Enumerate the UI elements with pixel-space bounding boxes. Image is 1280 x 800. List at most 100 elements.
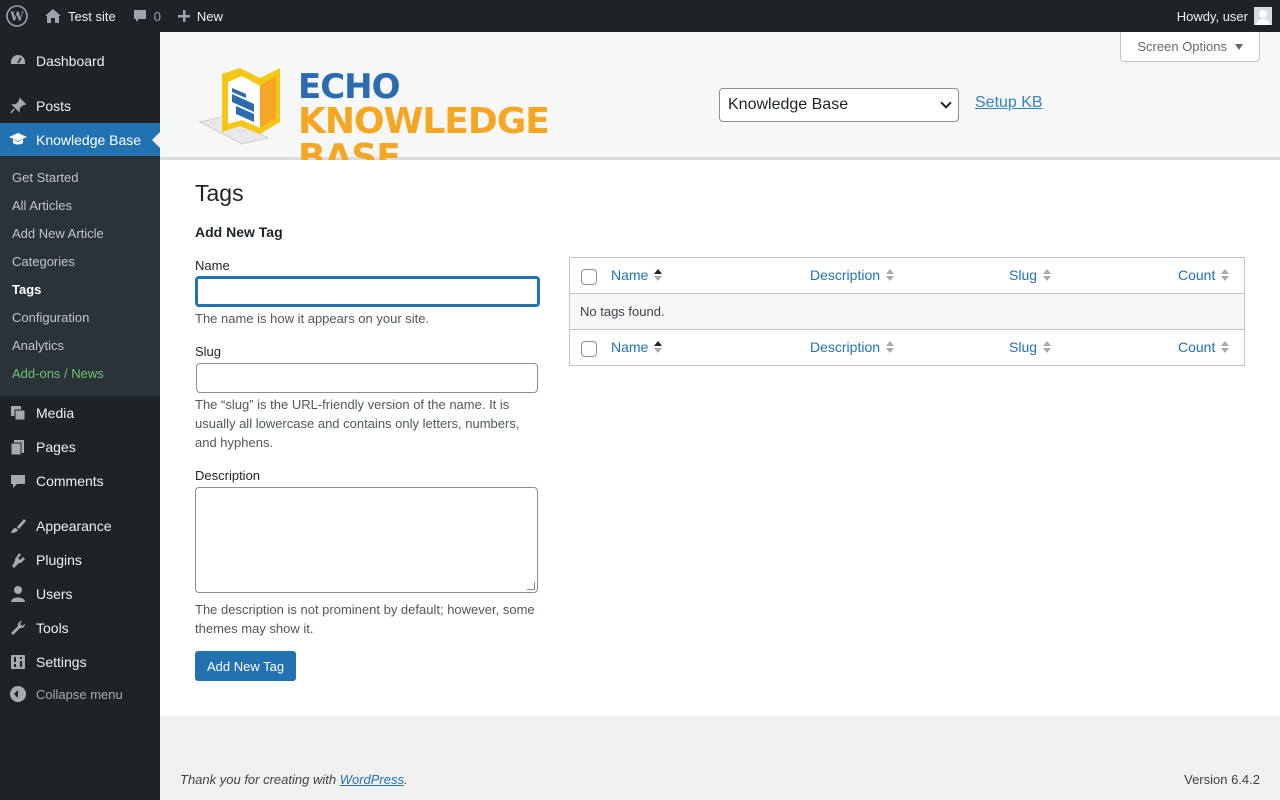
sidebar-item-media[interactable]: Media — [0, 396, 160, 430]
slug-label: Slug — [195, 344, 222, 359]
screen-options-label: Screen Options — [1137, 39, 1227, 54]
submenu-tags[interactable]: Tags — [12, 282, 41, 297]
new-label: New — [196, 8, 223, 24]
name-help-text: The name is how it appears on your site. — [195, 311, 430, 326]
sidebar-item-knowledge-base[interactable]: Knowledge Base — [0, 123, 160, 157]
submenu-add-new-article[interactable]: Add New Article — [12, 226, 104, 241]
sidebar-item-posts[interactable]: Posts — [0, 89, 160, 123]
tag-description-textarea[interactable] — [195, 487, 538, 593]
sidebar-item-label: Users — [36, 586, 73, 602]
add-new-tag-button[interactable]: Add New Tag — [195, 651, 297, 681]
admin-sidebar: Dashboard Posts Knowledge Base Get Start… — [0, 32, 160, 800]
sort-arrows-icon — [886, 341, 895, 353]
column-footer-slug[interactable]: Slug — [1009, 339, 1052, 355]
footer-thanks-suffix: . — [404, 772, 408, 787]
collapse-arrow-icon — [10, 686, 26, 702]
column-header-slug[interactable]: Slug — [1009, 267, 1052, 283]
sidebar-item-plugins[interactable]: Plugins — [0, 543, 160, 577]
book-logo-icon — [198, 68, 280, 145]
wordpress-logo-button[interactable]: W — [0, 0, 36, 32]
sidebar-item-users[interactable]: Users — [0, 577, 160, 611]
user-icon — [11, 586, 25, 602]
screen-options-button[interactable]: Screen Options — [1120, 32, 1260, 62]
tags-table: Name Description Slug Count No tags foun… — [569, 257, 1245, 366]
kb-header: Screen Options ECHO KNOWLEDGE BASE Knowl… — [160, 32, 1280, 176]
column-footer-name[interactable]: Name — [611, 339, 663, 355]
chevron-down-icon — [940, 97, 952, 109]
home-icon — [45, 9, 61, 23]
sort-arrows-icon — [1043, 269, 1052, 281]
admin-bar: W Test site 0 New Howdy, user — [0, 0, 1280, 32]
site-name-link[interactable]: Test site — [36, 0, 124, 32]
column-label: Name — [611, 339, 649, 355]
page-title: Tags — [195, 180, 244, 206]
submenu-get-started[interactable]: Get Started — [12, 170, 78, 185]
sidebar-item-tools[interactable]: Tools — [0, 611, 160, 645]
column-header-count[interactable]: Count — [1178, 267, 1230, 283]
column-label: Slug — [1009, 339, 1038, 355]
table-footer-row: Name Description Slug Count — [570, 329, 1244, 365]
sidebar-item-label: Settings — [36, 654, 87, 670]
wordpress-logo-icon: W — [6, 5, 28, 27]
submenu-configuration[interactable]: Configuration — [12, 310, 89, 325]
submenu-categories[interactable]: Categories — [12, 254, 75, 269]
sort-arrows-icon — [654, 341, 663, 353]
tag-slug-input[interactable] — [196, 363, 538, 393]
add-tag-form-title: Add New Tag — [195, 224, 283, 240]
sort-arrows-icon — [1043, 341, 1052, 353]
sidebar-item-appearance[interactable]: Appearance — [0, 509, 160, 543]
submenu-analytics[interactable]: Analytics — [12, 338, 64, 353]
footer-thanks: Thank you for creating with WordPress. — [180, 772, 408, 787]
sidebar-item-label: Pages — [36, 439, 76, 455]
sidebar-item-label: Tools — [36, 620, 69, 636]
submenu-addons-news[interactable]: Add-ons / News — [12, 366, 104, 381]
description-help-text: The description is not prominent by defa… — [195, 602, 535, 636]
sidebar-item-settings[interactable]: Settings — [0, 645, 160, 679]
brush-icon — [11, 519, 26, 533]
avatar[interactable] — [1254, 7, 1272, 25]
table-header-row: Name Description Slug Count — [570, 258, 1244, 294]
svg-text:W: W — [9, 10, 24, 24]
admin-footer: Thank you for creating with WordPress. V… — [160, 716, 1280, 800]
comments-link[interactable]: 0 — [124, 0, 169, 32]
column-label: Count — [1178, 339, 1216, 355]
caret-down-icon — [1235, 43, 1243, 50]
sidebar-item-pages[interactable]: Pages — [0, 430, 160, 464]
pages-icon — [10, 440, 24, 456]
collapse-menu-button[interactable]: Collapse menu — [0, 682, 123, 706]
sidebar-item-dashboard[interactable]: Dashboard — [0, 44, 160, 78]
comment-bubble-icon — [133, 10, 146, 22]
sort-arrows-icon — [1221, 341, 1230, 353]
name-label: Name — [195, 258, 230, 273]
user-greeting[interactable]: Howdy, user — [1177, 9, 1248, 24]
column-label: Slug — [1009, 267, 1038, 283]
media-icon — [11, 406, 26, 421]
sort-arrows-icon — [1221, 269, 1230, 281]
tag-name-input[interactable] — [195, 276, 540, 307]
column-header-description[interactable]: Description — [810, 267, 895, 283]
site-name: Test site — [68, 8, 116, 24]
select-all-checkbox[interactable] — [581, 269, 597, 285]
plus-icon — [177, 10, 190, 22]
submenu-all-articles[interactable]: All Articles — [12, 198, 72, 213]
setup-kb-link[interactable]: Setup KB — [975, 94, 1043, 112]
sidebar-item-label: Media — [36, 405, 75, 421]
column-footer-description[interactable]: Description — [810, 339, 895, 355]
select-all-checkbox-footer[interactable] — [581, 341, 597, 357]
slug-help-text: The “slug” is the URL-friendly version o… — [195, 397, 520, 450]
column-label: Description — [810, 339, 881, 355]
wordpress-link[interactable]: WordPress — [340, 772, 404, 787]
sidebar-item-comments[interactable]: Comments — [0, 464, 160, 498]
new-content-button[interactable]: New — [169, 0, 231, 32]
column-footer-count[interactable]: Count — [1178, 339, 1230, 355]
kb-selector-dropdown[interactable]: Knowledge Base — [719, 88, 959, 122]
comment-icon — [11, 475, 25, 488]
kb-selector-value: Knowledge Base — [728, 96, 849, 113]
sidebar-item-label: Plugins — [36, 552, 82, 568]
resize-handle-icon[interactable] — [527, 582, 535, 590]
column-label: Description — [810, 267, 881, 283]
sidebar-item-label: Knowledge Base — [36, 132, 142, 148]
pin-icon — [10, 97, 27, 114]
main-content: Tags Add New Tag Name The name is how it… — [160, 160, 1280, 716]
column-header-name[interactable]: Name — [611, 267, 663, 283]
